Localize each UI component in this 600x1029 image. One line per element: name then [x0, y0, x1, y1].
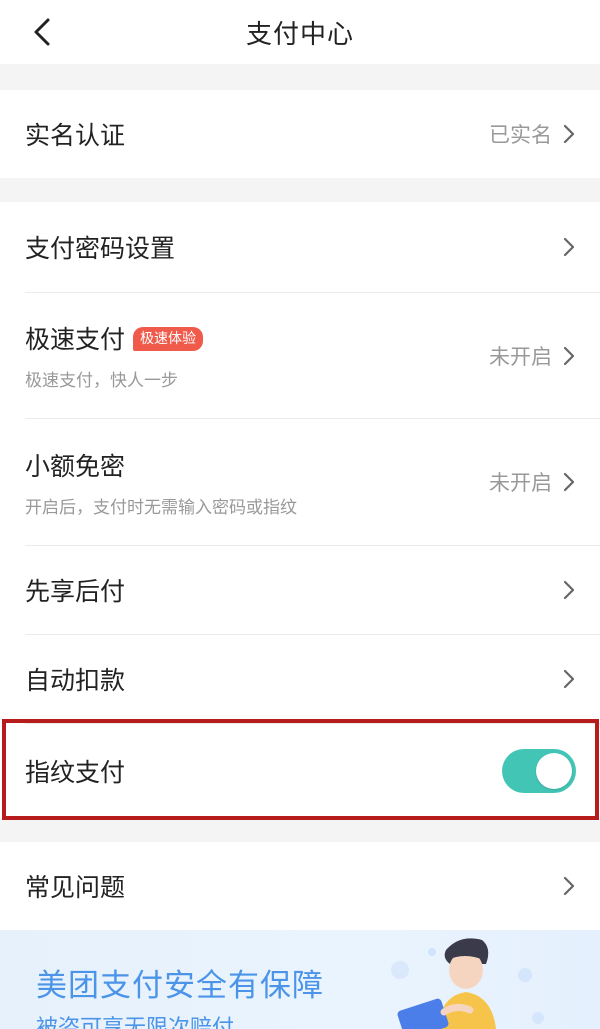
row-faq[interactable]: 常见问题: [0, 842, 600, 930]
row-pay-later-label: 先享后付: [25, 577, 126, 606]
chevron-right-icon: [563, 472, 575, 492]
row-small-free-label: 小额免密: [25, 451, 126, 481]
back-button[interactable]: [22, 12, 62, 52]
row-quick-pay[interactable]: 极速支付 极速体验 极速支付，快人一步 未开启: [0, 293, 600, 418]
chevron-right-icon: [563, 876, 575, 896]
row-pay-later[interactable]: 先享后付: [0, 546, 600, 634]
chevron-right-icon: [563, 237, 575, 257]
row-auto-debit[interactable]: 自动扣款: [0, 635, 600, 723]
chevron-right-icon: [563, 669, 575, 689]
row-small-free-subtitle: 开启后，支付时无需输入密码或指纹: [25, 497, 297, 518]
top-bar: 支付中心: [0, 0, 600, 64]
highlight-box: [2, 719, 599, 820]
chevron-right-icon: [563, 124, 575, 144]
chevron-right-icon: [563, 580, 575, 600]
quick-pay-status: 未开启: [489, 344, 552, 369]
verification-section: 实名认证 已实名: [0, 90, 600, 178]
row-verification[interactable]: 实名认证 已实名: [0, 90, 600, 178]
row-verification-label: 实名认证: [25, 121, 126, 150]
faq-section: 常见问题: [0, 842, 600, 930]
chevron-left-icon: [34, 18, 50, 46]
chevron-right-icon: [563, 346, 575, 365]
row-faq-label: 常见问题: [25, 873, 126, 902]
row-password[interactable]: 支付密码设置: [0, 202, 600, 292]
banner-subtitle: 被盗可享无限次赔付: [36, 1016, 235, 1029]
person-with-tablet-illustration: [391, 938, 544, 1029]
page-title: 支付中心: [245, 19, 354, 50]
row-quick-pay-label: 极速支付: [25, 325, 126, 354]
security-banner[interactable]: 美团支付安全有保障 被盗可享无限次赔付: [0, 930, 600, 1029]
row-auto-debit-label: 自动扣款: [25, 666, 126, 695]
banner-title: 美团支付安全有保障: [36, 968, 324, 1004]
small-free-status: 未开启: [489, 471, 552, 495]
verification-status: 已实名: [489, 123, 552, 147]
row-quick-pay-subtitle: 极速支付，快人一步: [25, 371, 178, 391]
row-small-free[interactable]: 小额免密 开启后，支付时无需输入密码或指纹 未开启: [0, 419, 600, 545]
quick-pay-badge: 极速体验: [133, 327, 204, 351]
row-password-label: 支付密码设置: [25, 234, 176, 263]
